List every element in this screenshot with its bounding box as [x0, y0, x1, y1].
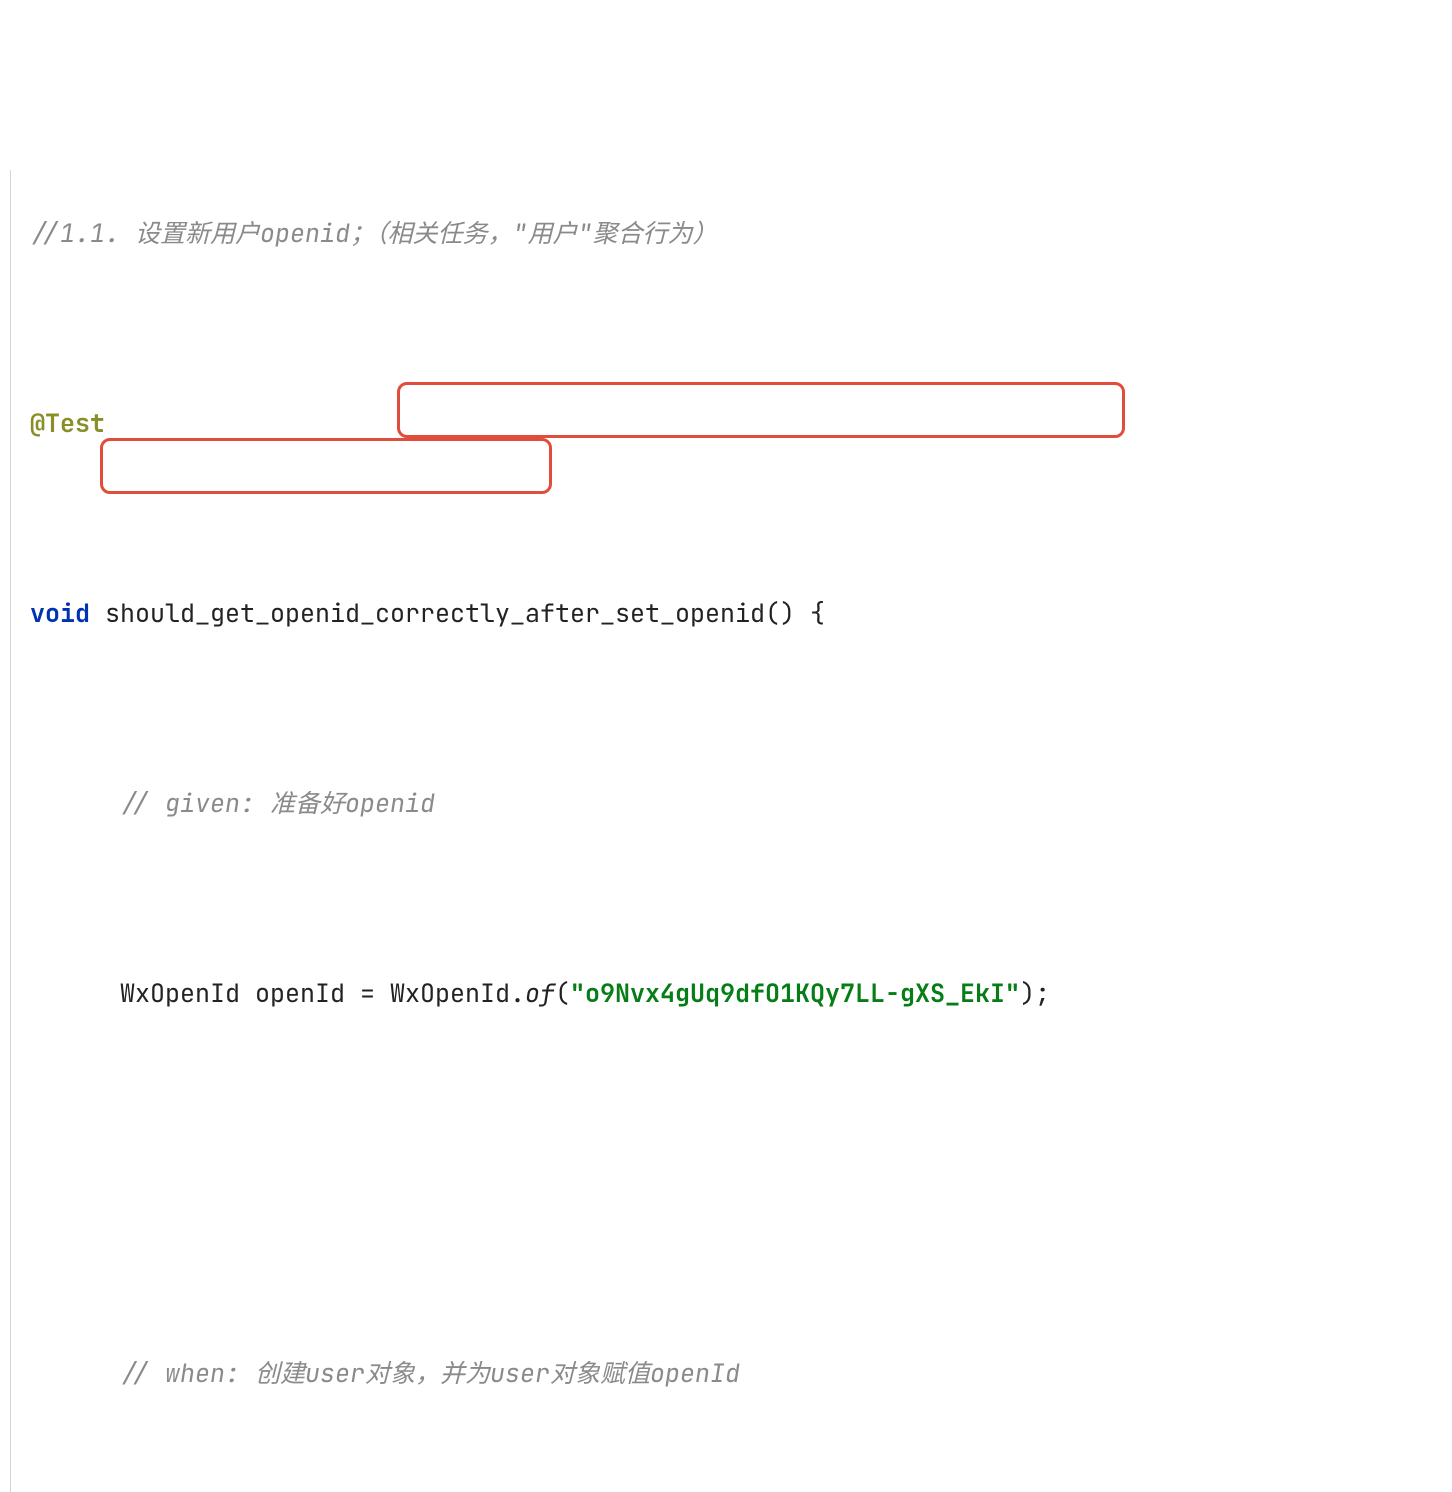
static-method-of: of — [525, 976, 555, 1010]
comment-given: // given: 准备好openid — [120, 786, 435, 820]
comment-when: // when: 创建user对象，并为user对象赋值openId — [120, 1356, 740, 1390]
fold-guide-line — [10, 170, 11, 1492]
code-line-comment-header: //1.1. 设置新用户openid；（相关任务，"用户"聚合行为） — [30, 210, 1422, 258]
keyword-void: void — [30, 596, 90, 630]
code-line-when-comment: // when: 创建user对象，并为user对象赋值openId — [30, 1350, 1422, 1398]
text: WxOpenId openId = WxOpenId. — [120, 976, 525, 1010]
comment-text: //1.1. 设置新用户openid；（相关任务，"用户"聚合行为） — [30, 216, 718, 250]
code-line-given-comment: // given: 准备好openid — [30, 780, 1422, 828]
code-line-blank-1 — [30, 1160, 1422, 1208]
code-editor[interactable]: //1.1. 设置新用户openid；（相关任务，"用户"聚合行为） @Test… — [0, 0, 1452, 1492]
paren-close: ); — [1020, 976, 1050, 1010]
code-line-annotation: @Test — [30, 400, 1422, 448]
code-line-method-decl: void should_get_openid_correctly_after_s… — [30, 590, 1422, 638]
annotation-test: @Test — [30, 406, 105, 440]
paren-open: ( — [555, 976, 570, 1010]
string-literal-openid: "o9Nvx4gUq9dfO1KQy7LL-gXS_EkI" — [570, 976, 1020, 1010]
method-name: should_get_openid_correctly_after_set_op… — [90, 596, 825, 630]
code-line-given: WxOpenId openId = WxOpenId.of("o9Nvx4gUq… — [30, 970, 1422, 1018]
